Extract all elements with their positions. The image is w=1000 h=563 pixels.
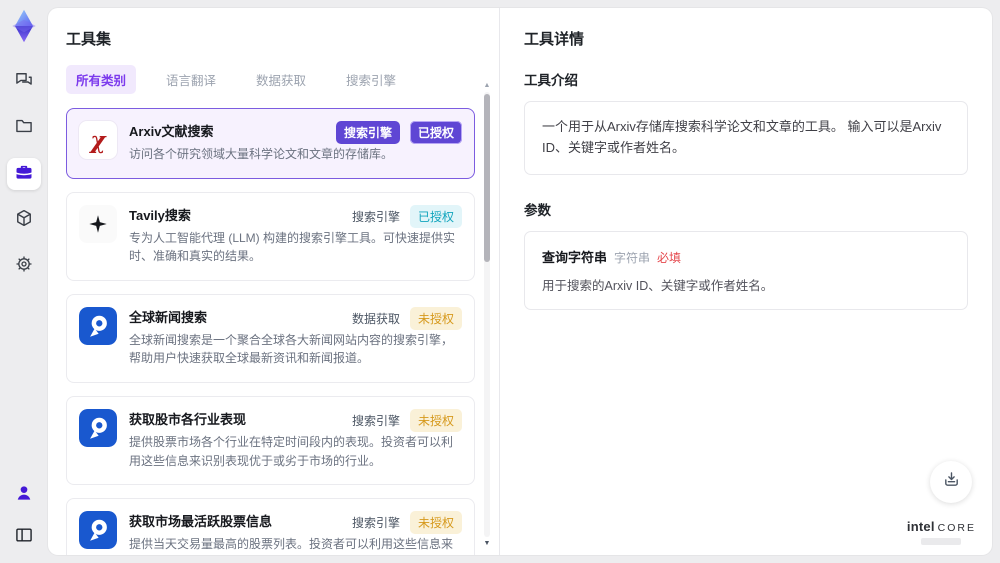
auth-status-badge: 已授权 [409,121,462,144]
tool-list-item[interactable]: 获取股市各行业表现 提供股票市场各个行业在特定时间段内的表现。投资者可以利用这些… [66,395,475,486]
scroll-up-icon[interactable]: ▲ [483,82,491,89]
rail-item-chat[interactable] [7,66,41,98]
tab-语言翻译[interactable]: 语言翻译 [156,65,226,94]
tool-description: 提供当天交易量最高的股票列表。投资者可以利用这些信息来识别流动性强的股票和潜在的… [129,537,454,552]
intro-section-title: 工具介绍 [524,73,578,88]
rail-item-folder[interactable] [7,112,41,144]
rail-item-cube[interactable] [7,204,41,236]
param-card: 查询字符串 字符串 必填 用于搜索的Arxiv ID、关键字或作者姓名。 [524,230,968,310]
tool-tags: 搜索引擎 已授权 [335,121,462,144]
auth-status-badge: 未授权 [409,306,462,330]
params-list: 查询字符串 字符串 必填 用于搜索的Arxiv ID、关键字或作者姓名。 [524,230,968,310]
details-title: 工具详情 [524,31,585,48]
tool-list: χ Arxiv文献搜索 访问各个研究领域大量科学论文和文章的存储库。 搜索引擎 … [66,108,475,555]
user-icon [14,483,34,508]
tavily-star-icon [89,214,107,233]
tools-panel-title: 工具集 [66,31,112,48]
category-tabs: 所有类别 语言翻译 数据获取 搜索引擎 [66,65,475,94]
tool-description: 提供股票市场各个行业在特定时间段内的表现。投资者可以利用这些信息来识别表现优于或… [129,434,454,468]
download-button[interactable] [930,461,972,503]
param-description: 用于搜索的Arxiv ID、关键字或作者姓名。 [542,278,774,293]
intel-core-logo: intel CORE [907,520,976,545]
toolbox-icon [14,162,34,187]
arxiv-chi-icon: χ [90,126,106,154]
gear-icon [14,254,34,279]
blueq-tool-icon [79,306,117,345]
folder-icon [14,116,34,141]
tab-所有类别[interactable]: 所有类别 [66,65,137,94]
tool-description: 全球新闻搜索是一个聚合全球各大新闻网站内容的搜索引擎，帮助用户快速获取全球最新资… [129,332,454,366]
tool-tags: 搜索引擎 未授权 [351,511,462,535]
category-badge: 搜索引擎 [335,121,400,144]
scrollbar-thumb[interactable] [484,94,490,262]
category-badge: 搜索引擎 [351,413,400,428]
tool-tags: 搜索引擎 已授权 [351,204,462,228]
tool-list-item[interactable]: χ Arxiv文献搜索 访问各个研究领域大量科学论文和文章的存储库。 搜索引擎 … [66,108,475,179]
news-app-icon [79,306,117,345]
category-badge: 搜索引擎 [351,209,400,224]
chat-icon [14,70,34,95]
tool-intro-box: 一个用于从Arxiv存储库搜索科学论文和文章的工具。 输入可以是Arxiv ID… [524,101,968,175]
main-card: 工具集 所有类别 语言翻译 数据获取 搜索引擎 χ Arxiv文献搜索 访问各个研究领… [48,8,992,555]
blueq-tool-icon [79,511,117,550]
rail-item-user[interactable] [7,479,41,511]
param-type: 字符串 [614,250,651,265]
left-rail [0,0,48,563]
auth-status-badge: 已授权 [409,204,462,228]
tools-panel: 工具集 所有类别 语言翻译 数据获取 搜索引擎 χ Arxiv文献搜索 访问各个研究领… [48,8,500,555]
tool-tags: 数据获取 未授权 [351,306,462,330]
rail-nav [7,66,41,282]
details-panel: 工具详情 工具介绍 一个用于从Arxiv存储库搜索科学论文和文章的工具。 输入可… [500,8,992,555]
news-app-icon [79,408,117,447]
panel-toggle-icon [14,525,34,550]
scroll-down-icon[interactable]: ▼ [483,540,491,547]
arxiv-tool-icon: χ [79,121,117,159]
category-badge: 搜索引擎 [351,516,400,531]
param-name: 查询字符串 [542,249,608,265]
auth-status-badge: 未授权 [409,408,462,432]
download-icon [941,469,962,495]
cube-icon [14,208,34,233]
intel-ultra-badge [921,538,962,545]
tool-list-item[interactable]: 全球新闻搜索 全球新闻搜索是一个聚合全球各大新闻网站内容的搜索引擎，帮助用户快速… [66,293,475,383]
intel-brand-text: intel [906,519,935,535]
tab-数据获取[interactable]: 数据获取 [246,65,316,94]
params-section-title: 参数 [524,202,551,218]
auth-status-badge: 未授权 [409,511,462,535]
param-required-flag: 必填 [657,250,682,265]
rail-item-toolbox[interactable] [7,158,41,190]
tab-搜索引擎[interactable]: 搜索引擎 [336,65,406,94]
list-scrollbar[interactable]: ▲ ▼ [483,82,491,547]
rail-bottom [7,479,41,553]
tool-list-item[interactable]: Tavily搜索 专为人工智能代理 (LLM) 构建的搜索引擎工具。可快速提供实… [66,191,475,281]
tool-description: 专为人工智能代理 (LLM) 构建的搜索引擎工具。可快速提供实时、准确和真实的结… [129,230,456,264]
rail-item-panel-toggle[interactable] [7,521,41,553]
news-app-icon [79,511,117,550]
tavily-tool-icon [79,204,117,243]
category-badge: 数据获取 [351,311,400,326]
blueq-tool-icon [79,408,117,447]
tool-tags: 搜索引擎 未授权 [351,408,462,432]
tool-list-item[interactable]: 获取市场最活跃股票信息 提供当天交易量最高的股票列表。投资者可以利用这些信息来识… [66,498,475,555]
intel-core-text: CORE [937,522,976,535]
tool-description: 访问各个研究领域大量科学论文和文章的存储库。 [129,147,394,161]
diamond-logo-icon [6,8,42,46]
rail-item-settings[interactable] [7,250,41,282]
